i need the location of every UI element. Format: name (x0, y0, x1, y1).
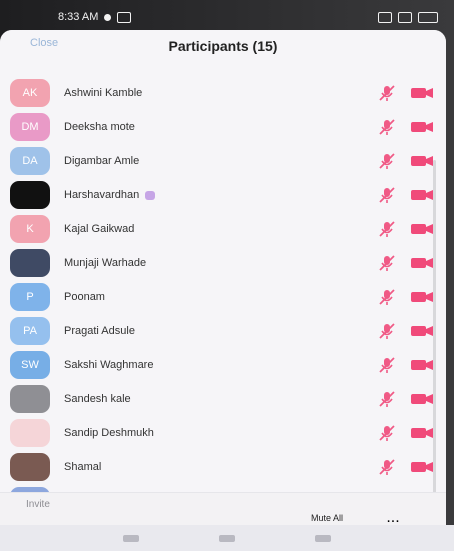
participant-row[interactable]: AK Ashwini Kamble (0, 76, 436, 110)
participant-name: Deeksha mote (64, 121, 135, 133)
participant-row[interactable]: Sandesh kale (0, 382, 436, 416)
participant-name: Shamal (64, 461, 101, 473)
participant-name-text: Digambar Amle (64, 155, 140, 167)
participant-name-text: Ashwini Kamble (64, 87, 143, 99)
invite-button[interactable]: Invite (26, 499, 50, 510)
status-time: 8:33 AM (58, 11, 99, 23)
participant-name-text: Munjaji Warhade (64, 257, 147, 269)
video-off-icon[interactable] (410, 290, 434, 304)
participant-name-text: Shamal (64, 461, 102, 473)
participants-list[interactable]: AK Ashwini Kamble DM Deeksha mote DA Digambar… (0, 50, 436, 515)
video-off-icon[interactable] (410, 222, 434, 236)
mic-muted-icon[interactable] (378, 84, 396, 102)
participant-row[interactable]: P Poonam (0, 280, 436, 314)
participant-name: Sandip Deshmukh (64, 427, 154, 439)
participant-name-text: Sakshi Waghmare (64, 359, 154, 371)
participant-name: Ashwini Kamble (64, 87, 142, 99)
participant-name: Poonam (64, 291, 105, 303)
video-off-icon[interactable] (410, 154, 434, 168)
avatar: PA (10, 317, 50, 345)
mic-muted-icon[interactable] (378, 424, 396, 442)
video-off-icon[interactable] (410, 120, 434, 134)
participant-name: Munjaji Warhade (64, 257, 146, 269)
participant-row[interactable]: PA Pragati Adsule (0, 314, 436, 348)
video-off-icon[interactable] (410, 392, 434, 406)
avatar (10, 419, 50, 447)
scrollbar[interactable] (433, 160, 436, 520)
mic-muted-icon[interactable] (378, 186, 396, 204)
notification-icon (104, 13, 112, 21)
mic-muted-icon[interactable] (378, 118, 396, 136)
mic-muted-icon[interactable] (378, 458, 396, 476)
participant-row[interactable]: Munjaji Warhade (0, 246, 436, 280)
avatar: P (10, 283, 50, 311)
participant-name-text: Pragati Adsule (64, 325, 135, 337)
participants-sheet: Close Participants (15) AK Ashwini Kamble… (0, 30, 446, 545)
avatar: K (10, 215, 50, 243)
avatar (10, 181, 50, 209)
participant-row[interactable]: SW Sakshi Waghmare (0, 348, 436, 382)
participant-row[interactable]: Sandip Deshmukh (0, 416, 436, 450)
participant-row[interactable]: DM Deeksha mote (0, 110, 436, 144)
battery-icon (418, 11, 438, 23)
message-icon (117, 11, 132, 23)
mic-muted-icon[interactable] (378, 152, 396, 170)
avatar (10, 385, 50, 413)
participant-name: Kajal Gaikwad (64, 223, 134, 235)
mute-all-label: Mute All (310, 513, 343, 523)
participant-name: Sandesh kale (64, 393, 131, 405)
mic-muted-icon[interactable] (378, 390, 396, 408)
mic-muted-icon[interactable] (378, 356, 396, 374)
avatar (10, 249, 50, 277)
avatar (10, 453, 50, 481)
participant-row[interactable]: DA Digambar Amle (0, 144, 436, 178)
participant-name: Digambar Amle (64, 155, 139, 167)
back-icon[interactable] (315, 534, 331, 542)
participant-name-text: Sandesh kale (64, 393, 131, 405)
recent-apps-icon[interactable] (123, 534, 139, 542)
video-off-icon[interactable] (410, 426, 434, 440)
participant-name: Sakshi Waghmare (64, 359, 153, 371)
participant-row[interactable]: Harshavardhan (0, 178, 436, 212)
participant-name-text: Harshavardhan (64, 189, 140, 201)
participant-name-text: Deeksha mote (64, 121, 135, 133)
participant-name-text: Poonam (64, 291, 105, 303)
participant-name-text: Kajal Gaikwad (64, 223, 135, 235)
video-off-icon[interactable] (410, 460, 434, 474)
video-off-icon[interactable] (410, 256, 434, 270)
video-off-icon[interactable] (410, 358, 434, 372)
video-off-icon[interactable] (410, 324, 434, 338)
participant-name: Pragati Adsule (64, 325, 135, 337)
participant-name: Harshavardhan (64, 189, 156, 201)
phone-screen: 8:33 AM Close Participants (15) AK Ashwin… (0, 0, 454, 551)
participant-row[interactable]: K Kajal Gaikwad (0, 212, 436, 246)
system-nav-bar (0, 525, 454, 551)
mic-muted-icon[interactable] (378, 322, 396, 340)
signal-icon (398, 11, 412, 23)
home-icon[interactable] (219, 534, 235, 542)
mic-muted-icon[interactable] (378, 288, 396, 306)
avatar: AK (10, 79, 50, 107)
status-bar: 8:33 AM (30, 6, 438, 28)
mic-muted-icon[interactable] (378, 220, 396, 238)
video-off-icon[interactable] (410, 86, 434, 100)
participant-name-text: Sandip Deshmukh (64, 427, 154, 439)
avatar: DA (10, 147, 50, 175)
avatar: SW (10, 351, 50, 379)
mic-muted-icon[interactable] (378, 254, 396, 272)
wifi-icon (378, 11, 392, 23)
video-off-icon[interactable] (410, 188, 434, 202)
host-badge-icon (145, 190, 156, 200)
avatar: DM (10, 113, 50, 141)
participant-row[interactable]: Shamal (0, 450, 436, 484)
